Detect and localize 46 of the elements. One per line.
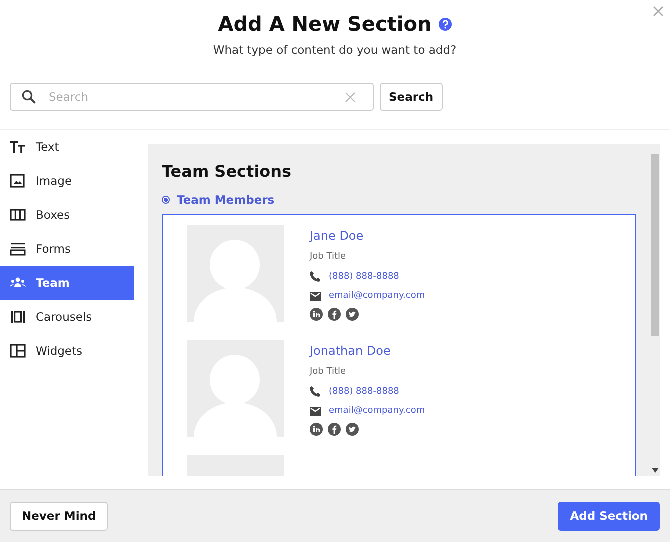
email-address: email@company.com — [329, 291, 426, 301]
phone-number: (888) 888-8888 — [329, 272, 400, 282]
phone-icon — [310, 271, 321, 282]
mail-icon — [310, 292, 321, 300]
lines-icon — [10, 242, 26, 256]
radio-icon[interactable] — [162, 196, 170, 204]
sidebar-item[interactable]: Text — [0, 130, 134, 164]
sidebar-item[interactable]: Team — [0, 266, 134, 300]
job-title: Job Title — [310, 252, 348, 262]
sidebar-item[interactable]: Carousels — [0, 300, 134, 334]
text-size-icon — [10, 140, 26, 154]
linkedin-icon[interactable] — [310, 308, 323, 321]
facebook-icon[interactable] — [328, 308, 341, 321]
facebook-icon[interactable] — [328, 423, 341, 436]
mail-icon — [310, 406, 321, 416]
sidebar-item[interactable]: Boxes — [0, 198, 134, 232]
dialog-title: Add A New Section — [218, 12, 432, 36]
image-icon — [10, 174, 26, 188]
phone-number: (888) 888-8888 — [329, 386, 400, 396]
search-field[interactable]: Search — [10, 83, 374, 111]
radio-option[interactable]: Team Members — [162, 193, 636, 207]
section-heading: Team Sections — [162, 162, 293, 181]
sidebar-item[interactable]: Widgets — [0, 334, 134, 368]
scrollbar-thumb[interactable] — [651, 154, 659, 336]
people-icon — [10, 276, 26, 290]
cancel-button[interactable]: Never Mind — [10, 502, 108, 530]
email-address: email@company.com — [329, 406, 426, 416]
help-icon[interactable] — [438, 18, 452, 30]
sidebar-item[interactable]: Image — [0, 164, 134, 198]
layout-icon — [10, 344, 26, 358]
columns-icon — [10, 208, 26, 222]
template-card[interactable]: Jane Doe Job Title (888) 888-8888 email@company.com Jonathan Doe Job Title (888) 888-8888 email@company.com — [162, 214, 636, 476]
bird-icon[interactable] — [346, 308, 359, 321]
dialog-subtitle: What type of content do you want to add? — [213, 43, 457, 57]
member-name: Jonathan Doe — [310, 344, 392, 358]
search-button[interactable]: Search — [380, 83, 443, 111]
scroll-down-icon[interactable] — [652, 468, 658, 473]
sidebar-item[interactable]: Forms — [0, 232, 134, 266]
job-title: Job Title — [310, 367, 348, 377]
search-icon — [22, 90, 36, 104]
add-section-button[interactable]: Add Section — [558, 502, 660, 530]
bird-icon[interactable] — [346, 423, 359, 436]
linkedin-icon[interactable] — [310, 423, 323, 436]
phone-icon — [310, 386, 321, 397]
member-name: Jane Doe — [310, 229, 365, 243]
carousel-icon — [10, 310, 26, 324]
